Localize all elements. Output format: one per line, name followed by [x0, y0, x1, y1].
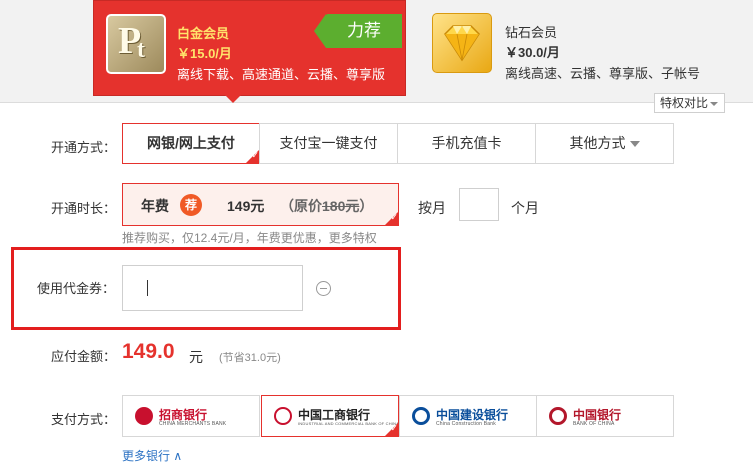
bank-label: 支付方式： [51, 412, 117, 427]
recommend-badge-icon: 荐 [180, 194, 202, 216]
amount-value: 149.0 [122, 340, 175, 363]
amount-label: 应付金额： [51, 349, 117, 364]
more-banks-link[interactable]: 更多银行 ∧ [122, 447, 182, 462]
pt-logo-icon: Pt [106, 14, 166, 74]
coupon-label: 使用代金券： [37, 281, 116, 296]
icbc-logo-icon [274, 407, 292, 425]
annual-plan-option[interactable]: 年费 荐 149元 （原价180元） [122, 183, 399, 226]
payment-option-phone-card[interactable]: 手机充值卡 [397, 123, 536, 164]
plan-platinum-features: 离线下载、高速通道、云播、尊享版 [177, 67, 386, 82]
months-input[interactable] [459, 188, 499, 221]
boc-logo-icon [549, 407, 567, 425]
duration-hint: 推荐购买，仅12.4元/月，年费更优惠，更多特权 [122, 231, 377, 245]
original-price: （原价180元） [280, 198, 374, 214]
plan-diamond-card[interactable]: 钻石会员 ￥30.0/月 离线高速、云播、尊享版、子帐号 [422, 0, 734, 96]
annual-label: 年费 [141, 198, 169, 214]
compare-privileges-button[interactable]: 特权对比 [654, 93, 725, 113]
selected-plan-pointer [225, 95, 241, 103]
payment-option-alipay[interactable]: 支付宝一键支付 [259, 123, 398, 164]
check-icon [245, 149, 260, 164]
plan-platinum-name: 白金会员 [177, 26, 230, 41]
payment-method-label: 开通方式： [51, 140, 117, 155]
plan-diamond-features: 离线高速、云播、尊享版、子帐号 [505, 66, 701, 81]
months-unit: 个月 [511, 200, 539, 216]
chevron-down-icon [629, 141, 640, 148]
text-cursor [147, 280, 148, 296]
bank-option-cmb[interactable]: 招商银行 CHINA MERCHANTS BANK [122, 395, 260, 437]
check-icon [384, 211, 399, 226]
amount-saved: (节省31.0元) [219, 352, 281, 364]
annual-price: 149元 [227, 198, 265, 214]
coupon-input[interactable] [122, 265, 303, 311]
recommend-tag: 力荐 [314, 14, 402, 48]
payment-option-online-bank[interactable]: 网银/网上支付 [122, 123, 260, 164]
bank-option-ccb[interactable]: 中国建设银行 China Construction Bank [399, 395, 537, 437]
plan-diamond-price: ￥30.0/月 [505, 45, 560, 60]
monthly-label: 按月 [418, 200, 446, 216]
duration-label: 开通时长： [51, 201, 117, 216]
bank-option-icbc[interactable]: 中国工商银行 INDUSTRIAL AND COMMERCIAL BANK OF… [261, 395, 399, 437]
payment-option-other[interactable]: 其他方式 [535, 123, 674, 164]
plan-diamond-name: 钻石会员 [505, 25, 558, 40]
amount-unit: 元 [189, 349, 203, 365]
compare-label: 特权对比 [660, 96, 709, 110]
remove-coupon-icon[interactable] [316, 281, 331, 296]
plan-platinum-price: ￥15.0/月 [177, 46, 232, 61]
band-divider [0, 102, 753, 103]
ccb-logo-icon [412, 407, 430, 425]
chevron-down-icon [710, 102, 718, 106]
check-icon [384, 422, 399, 437]
bank-option-boc[interactable]: 中国银行 BANK OF CHINA [536, 395, 674, 437]
cmb-logo-icon [135, 407, 153, 425]
diamond-icon [432, 13, 492, 73]
